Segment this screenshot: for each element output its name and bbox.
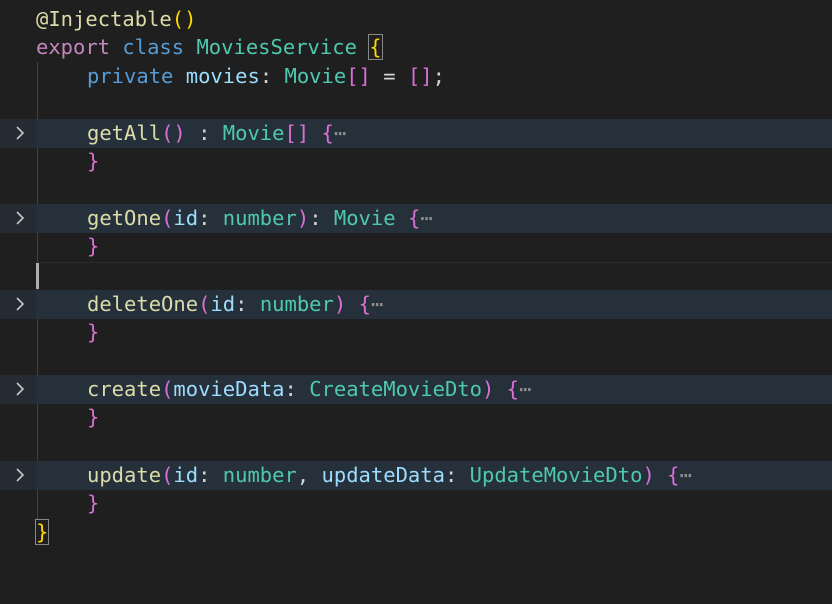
code-editor[interactable]: @Injectable() export class MoviesService…: [0, 0, 832, 563]
line-content: @Injectable(): [36, 7, 197, 31]
line-content: }: [87, 149, 100, 173]
fold-chevron-icon[interactable]: [10, 290, 30, 318]
line-content: getAll() : Movie[] {⋯: [87, 121, 347, 145]
code-line-deleteone[interactable]: deleteOne(id: number) {⋯: [0, 290, 832, 319]
code-line-2[interactable]: export class MoviesService {: [0, 33, 832, 62]
code-line-getall[interactable]: getAll() : Movie[] {⋯: [0, 119, 832, 148]
line-content: deleteOne(id: number) {⋯: [87, 292, 384, 316]
folded-ellipsis[interactable]: ⋯: [420, 206, 432, 230]
matched-bracket: {: [368, 34, 383, 60]
code-line-getone-close[interactable]: }: [0, 232, 832, 261]
line-content: export class MoviesService {: [36, 34, 383, 60]
line-content: }: [87, 491, 100, 515]
code-line-1[interactable]: @Injectable(): [0, 5, 832, 34]
line-content: }: [87, 320, 100, 344]
folded-ellipsis[interactable]: ⋯: [519, 377, 531, 401]
code-line-create-close[interactable]: }: [0, 403, 832, 432]
line-content: }: [87, 405, 100, 429]
code-line-deleteone-close[interactable]: }: [0, 318, 832, 347]
code-line-getone[interactable]: getOne(id: number): Movie {⋯: [0, 204, 832, 233]
fold-chevron-icon[interactable]: [10, 461, 30, 489]
folded-ellipsis[interactable]: ⋯: [679, 463, 691, 487]
line-content: }: [34, 518, 50, 547]
line-content: }: [87, 234, 100, 258]
current-line-border: [36, 262, 832, 263]
matched-bracket: }: [34, 519, 50, 545]
folded-ellipsis[interactable]: ⋯: [334, 121, 346, 145]
line-content: private movies: Movie[] = [];: [87, 64, 445, 88]
code-line-create[interactable]: create(movieData: CreateMovieDto) {⋯: [0, 375, 832, 404]
code-line-update[interactable]: update(id: number, updateData: UpdateMov…: [0, 461, 832, 490]
code-line-update-close[interactable]: }: [0, 489, 832, 518]
folded-ellipsis[interactable]: ⋯: [371, 292, 383, 316]
line-content: create(movieData: CreateMovieDto) {⋯: [87, 377, 532, 401]
line-content: getOne(id: number): Movie {⋯: [87, 206, 433, 230]
line-content: update(id: number, updateData: UpdateMov…: [87, 463, 692, 487]
fold-chevron-icon[interactable]: [10, 204, 30, 232]
code-line-class-close[interactable]: }: [0, 518, 832, 547]
text-cursor: [36, 263, 39, 289]
fold-chevron-icon[interactable]: [10, 375, 30, 403]
fold-chevron-icon[interactable]: [10, 119, 30, 147]
code-line-getall-close[interactable]: }: [0, 147, 832, 176]
code-line-3[interactable]: private movies: Movie[] = [];: [0, 62, 832, 91]
